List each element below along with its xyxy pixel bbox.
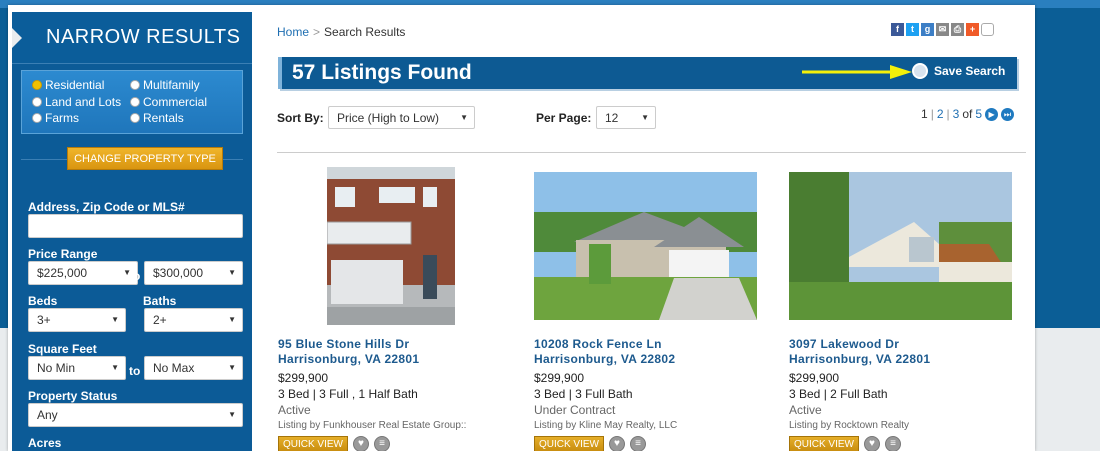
- property-status-label: Property Status: [28, 389, 118, 403]
- twitter-icon[interactable]: t: [906, 23, 919, 36]
- share-plus-icon[interactable]: +: [966, 23, 979, 36]
- page-last-link[interactable]: 5: [975, 107, 982, 121]
- radio-multifamily[interactable]: Multifamily: [130, 77, 230, 93]
- radio-icon: [130, 113, 140, 124]
- page-3-link[interactable]: 3: [953, 107, 960, 121]
- radio-icon: [130, 96, 140, 107]
- print-icon[interactable]: ⎙: [951, 23, 964, 36]
- per-page-label: Per Page:: [536, 111, 592, 125]
- per-page-select[interactable]: 12: [596, 106, 656, 129]
- save-search-button[interactable]: Save Search: [912, 57, 1018, 85]
- quick-view-button[interactable]: QUICK VIEW: [789, 436, 859, 451]
- price-range-label: Price Range: [28, 247, 98, 261]
- beds-select[interactable]: 3+: [28, 308, 126, 332]
- sqft-max-select[interactable]: No Max: [144, 356, 243, 380]
- page-2-link[interactable]: 2: [937, 107, 944, 121]
- breadcrumb: Home > Search Results: [277, 25, 406, 39]
- quick-view-button[interactable]: QUICK VIEW: [534, 436, 604, 451]
- email-icon[interactable]: ✉: [936, 23, 949, 36]
- listing-address-link[interactable]: 3097 Lakewood Dr Harrisonburg, VA 22801: [789, 337, 930, 367]
- property-type-options: Residential Multifamily Land and Lots Co…: [21, 70, 243, 134]
- listing-price: $299,900: [534, 371, 585, 385]
- to-label: to: [129, 364, 141, 378]
- radio-residential[interactable]: Residential: [32, 77, 130, 93]
- last-page-icon[interactable]: ⏭: [1001, 107, 1015, 121]
- address-label: Address, Zip Code or MLS#: [28, 200, 185, 214]
- listing-details: 3 Bed | 3 Full Bath: [534, 387, 633, 401]
- to-label: to: [129, 269, 141, 283]
- radio-farms[interactable]: Farms: [32, 110, 130, 126]
- radio-selected-icon: [32, 80, 42, 90]
- favorite-heart-icon[interactable]: ♥: [864, 436, 880, 451]
- listing-details: 3 Bed | 3 Full , 1 Half Bath: [278, 387, 418, 401]
- breadcrumb-current: Search Results: [324, 25, 406, 39]
- listing-address-link[interactable]: 95 Blue Stone Hills Dr Harrisonburg, VA 2…: [278, 337, 419, 367]
- sidebar-header: NARROW RESULTS: [12, 12, 252, 64]
- square-feet-label: Square Feet: [28, 342, 97, 356]
- radio-icon: [130, 80, 140, 90]
- pagination: 1 | 2 | 3 of 5 ▶ ⏭: [921, 107, 1015, 121]
- listing-photo-2[interactable]: [534, 172, 757, 320]
- compare-icon[interactable]: ≡: [885, 436, 901, 451]
- quick-view-button[interactable]: QUICK VIEW: [278, 436, 348, 451]
- arrow-icon: [802, 65, 912, 79]
- save-search-icon: [912, 63, 928, 79]
- beds-label: Beds: [28, 294, 58, 308]
- radio-icon: [32, 96, 42, 107]
- listing-agent: Listing by Funkhouser Real Estate Group:…: [278, 420, 467, 431]
- property-status-select[interactable]: Any: [28, 403, 243, 427]
- listing-photo-3[interactable]: [789, 172, 1012, 320]
- baths-label: Baths: [143, 294, 177, 308]
- next-page-icon[interactable]: ▶: [985, 107, 999, 121]
- page-1: 1: [921, 107, 928, 121]
- narrow-results-sidebar: NARROW RESULTS Residential Multifamily L…: [12, 12, 252, 451]
- listing-price: $299,900: [789, 371, 840, 385]
- price-max-select[interactable]: $300,000: [144, 261, 243, 285]
- sqft-min-select[interactable]: No Min: [28, 356, 126, 380]
- listing-status: Active: [278, 403, 311, 417]
- compare-icon[interactable]: ≡: [630, 436, 646, 451]
- listing-address-link[interactable]: 10208 Rock Fence Ln Harrisonburg, VA 2280…: [534, 337, 675, 367]
- facebook-icon[interactable]: f: [891, 23, 904, 36]
- price-min-select[interactable]: $225,000: [28, 261, 138, 285]
- listing-agent: Listing by Rocktown Realty: [789, 420, 910, 431]
- baths-select[interactable]: 2+: [144, 308, 243, 332]
- listing-details: 3 Bed | 2 Full Bath: [789, 387, 888, 401]
- share-bar: f t g ✉ ⎙ + 0: [891, 23, 994, 36]
- sidebar-title: NARROW RESULTS: [46, 26, 241, 48]
- divider: [277, 152, 1026, 153]
- listing-status: Under Contract: [534, 403, 616, 417]
- results-banner: 57 Listings Found Save Search: [278, 57, 1017, 89]
- radio-icon: [32, 113, 42, 124]
- radio-rentals[interactable]: Rentals: [130, 110, 230, 126]
- favorite-heart-icon[interactable]: ♥: [353, 436, 369, 451]
- change-property-type-button[interactable]: CHANGE PROPERTY TYPE: [67, 147, 223, 170]
- sort-by-label: Sort By:: [277, 111, 324, 125]
- listing-photo-1[interactable]: [327, 167, 455, 325]
- favorite-heart-icon[interactable]: ♥: [609, 436, 625, 451]
- share-count: 0: [981, 23, 994, 36]
- listing-price: $299,900: [278, 371, 329, 385]
- radio-land-and-lots[interactable]: Land and Lots: [32, 94, 130, 110]
- listings-count-title: 57 Listings Found: [292, 61, 472, 84]
- sort-by-select[interactable]: Price (High to Low): [328, 106, 475, 129]
- breadcrumb-home-link[interactable]: Home: [277, 25, 309, 39]
- radio-commercial[interactable]: Commercial: [130, 94, 230, 110]
- listing-status: Active: [789, 403, 822, 417]
- google-plus-icon[interactable]: g: [921, 23, 934, 36]
- listing-agent: Listing by Kline May Realty, LLC: [534, 420, 678, 431]
- compare-icon[interactable]: ≡: [374, 436, 390, 451]
- acres-label: Acres: [28, 436, 62, 450]
- address-input[interactable]: [28, 214, 243, 238]
